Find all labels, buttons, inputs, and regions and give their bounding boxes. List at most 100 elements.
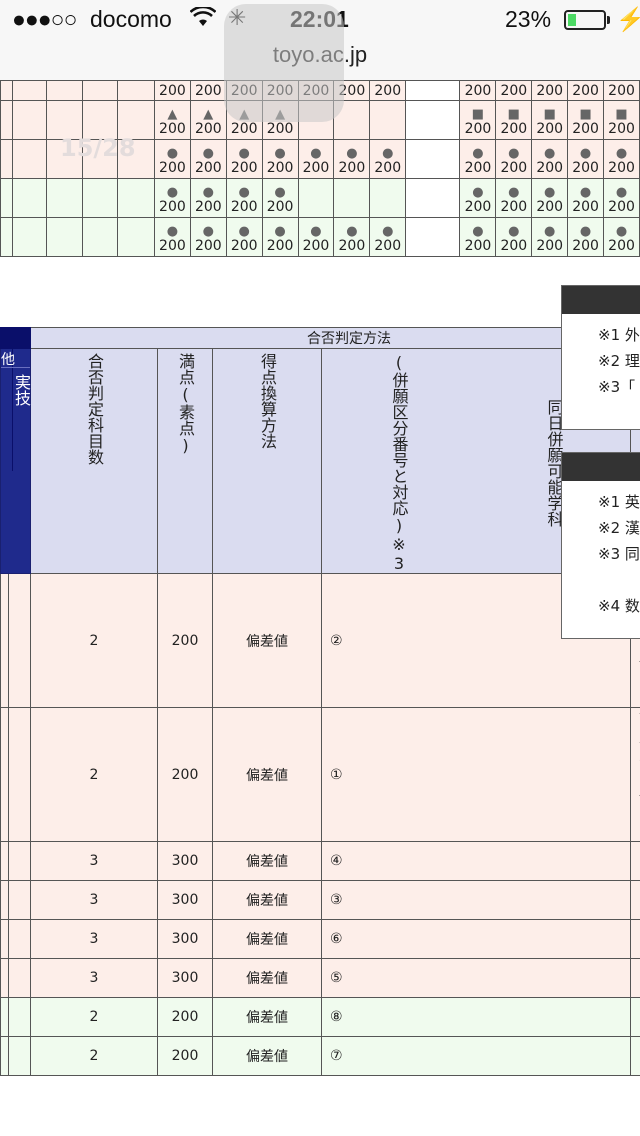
score-value: 200 bbox=[500, 121, 528, 137]
conversion-cell: 偏差値 bbox=[212, 841, 322, 881]
grid-cell bbox=[405, 139, 461, 179]
score-value: 200 bbox=[464, 83, 492, 99]
circle-mark-icon: ● bbox=[166, 185, 179, 200]
score-value: 200 bbox=[608, 121, 635, 137]
score-value: 200 bbox=[230, 121, 258, 137]
score-value: 200 bbox=[194, 238, 222, 254]
signal-strength-icon: ●●●○○ bbox=[12, 6, 77, 32]
same-day-code-cell: ⑧ bbox=[321, 997, 631, 1037]
score-value: 200 bbox=[572, 121, 599, 137]
subject-count-cell: 3 bbox=[30, 841, 158, 881]
judgment-method-table: 合否判定方法 他 実技 合否判定科目数 満点(素点) 得点換算方法 同日併願可能… bbox=[0, 327, 640, 1076]
circle-mark-icon: ● bbox=[615, 146, 628, 161]
grid-cell: ▲200 bbox=[189, 100, 227, 140]
grid-cell bbox=[369, 100, 407, 140]
full-score-cell: 300 bbox=[157, 958, 213, 998]
bolt-icon: ⚡ bbox=[616, 6, 640, 32]
grid-cell: ● 200 bbox=[261, 139, 299, 179]
conversion-cell: 偏差値 bbox=[212, 707, 322, 842]
score-value: 200 bbox=[266, 160, 294, 176]
circle-mark-icon: ● bbox=[310, 146, 322, 161]
grid-cell: 200 bbox=[459, 80, 497, 101]
battery-icon bbox=[564, 10, 606, 30]
score-value: 200 bbox=[302, 238, 330, 254]
subject-count-cell: 2 bbox=[30, 573, 158, 708]
grid-cell bbox=[46, 178, 83, 218]
grid-cell bbox=[405, 217, 461, 257]
battery-tip bbox=[607, 16, 610, 24]
square-mark-icon: ■ bbox=[471, 107, 485, 122]
circle-mark-icon: ● bbox=[508, 224, 520, 239]
circle-mark-icon: ● bbox=[544, 224, 556, 239]
full-score-header: 満点(素点) bbox=[157, 348, 213, 574]
carrier-name: docomo bbox=[90, 6, 172, 32]
table-row: 3 300 偏差値 ④ bbox=[0, 841, 640, 881]
same-day-header-main: 同日併願可能学科 bbox=[544, 399, 564, 527]
grid-cell: ● 200 bbox=[189, 217, 227, 257]
spacer-cell bbox=[0, 1036, 9, 1076]
subject-count-cell: 3 bbox=[30, 880, 158, 920]
score-value: 200 bbox=[266, 121, 294, 137]
spacer-cell bbox=[0, 880, 9, 920]
score-value: 200 bbox=[338, 238, 366, 254]
subject-count-header: 合否判定科目数 bbox=[30, 348, 158, 574]
score-value: 200 bbox=[608, 238, 635, 254]
circle-mark-icon: ● bbox=[274, 185, 286, 200]
score-value: 200 bbox=[464, 121, 492, 137]
remark-cell bbox=[630, 1036, 640, 1076]
practical-cell bbox=[7, 841, 32, 881]
circle-mark-icon: ● bbox=[238, 224, 250, 239]
score-value: 200 bbox=[536, 83, 564, 99]
grid-cell bbox=[333, 178, 371, 218]
grid-cell: ● 200 bbox=[531, 217, 569, 257]
grid-cell bbox=[117, 178, 155, 218]
practical-cell bbox=[7, 997, 32, 1037]
score-value: 200 bbox=[194, 160, 222, 176]
same-day-code-cell: ① bbox=[321, 707, 631, 842]
square-mark-icon: ■ bbox=[579, 107, 592, 122]
grid-cell bbox=[405, 100, 461, 140]
circle-mark-icon: ● bbox=[472, 185, 484, 200]
grid-row: ● 200 ● 200 ● 200 ● 200 ● 200 ● 200 ● 200 ● 200 ● 200 ● 200… bbox=[0, 217, 640, 257]
table-row: 3 300 偏差値 ⑥ bbox=[0, 919, 640, 959]
practical-cell bbox=[7, 919, 32, 959]
subject-count-cell: 2 bbox=[30, 997, 158, 1037]
circle-mark-icon: ● bbox=[202, 224, 214, 239]
table-row: 3 300 偏差値 ③ bbox=[0, 880, 640, 920]
grid-cell: ● 200 bbox=[567, 139, 605, 179]
grid-cell: ● 200 bbox=[225, 217, 263, 257]
remark-cell bbox=[630, 841, 640, 881]
score-value: 200 bbox=[159, 160, 186, 176]
grid-cell: 200 bbox=[603, 80, 640, 101]
spacer-cell bbox=[0, 707, 9, 842]
note-line: ※2 理 bbox=[598, 352, 640, 370]
grid-cell: ● 200 bbox=[495, 178, 533, 218]
circle-mark-icon: ● bbox=[310, 224, 322, 239]
circle-mark-icon: ● bbox=[346, 224, 358, 239]
score-value: 200 bbox=[464, 160, 492, 176]
circle-mark-icon: ● bbox=[615, 224, 628, 239]
grid-cell bbox=[297, 178, 335, 218]
grid-cell bbox=[117, 217, 155, 257]
grid-cell: ● 200 bbox=[225, 178, 263, 218]
dark-header-cell bbox=[0, 327, 31, 349]
grid-cell: ● 200 bbox=[495, 139, 533, 179]
practical-cell bbox=[7, 573, 32, 708]
score-value: 200 bbox=[500, 199, 528, 215]
score-value: 200 bbox=[374, 160, 402, 176]
circle-mark-icon: ● bbox=[202, 185, 214, 200]
full-score-cell: 300 bbox=[157, 841, 213, 881]
full-score-cell: 200 bbox=[157, 997, 213, 1037]
score-value: 200 bbox=[572, 83, 599, 99]
grid-cell bbox=[0, 139, 13, 179]
note-line: ※1 英 bbox=[598, 493, 640, 511]
circle-mark-icon: ● bbox=[382, 224, 394, 239]
spinner-icon: ✳ bbox=[228, 6, 247, 31]
grid-cell: 200 bbox=[189, 80, 227, 101]
grid-cell: ● 200 bbox=[369, 217, 407, 257]
score-value: 200 bbox=[500, 238, 528, 254]
score-value: 200 bbox=[374, 238, 402, 254]
circle-mark-icon: ● bbox=[615, 185, 628, 200]
grid-cell bbox=[11, 139, 48, 179]
score-value: 200 bbox=[194, 121, 222, 137]
